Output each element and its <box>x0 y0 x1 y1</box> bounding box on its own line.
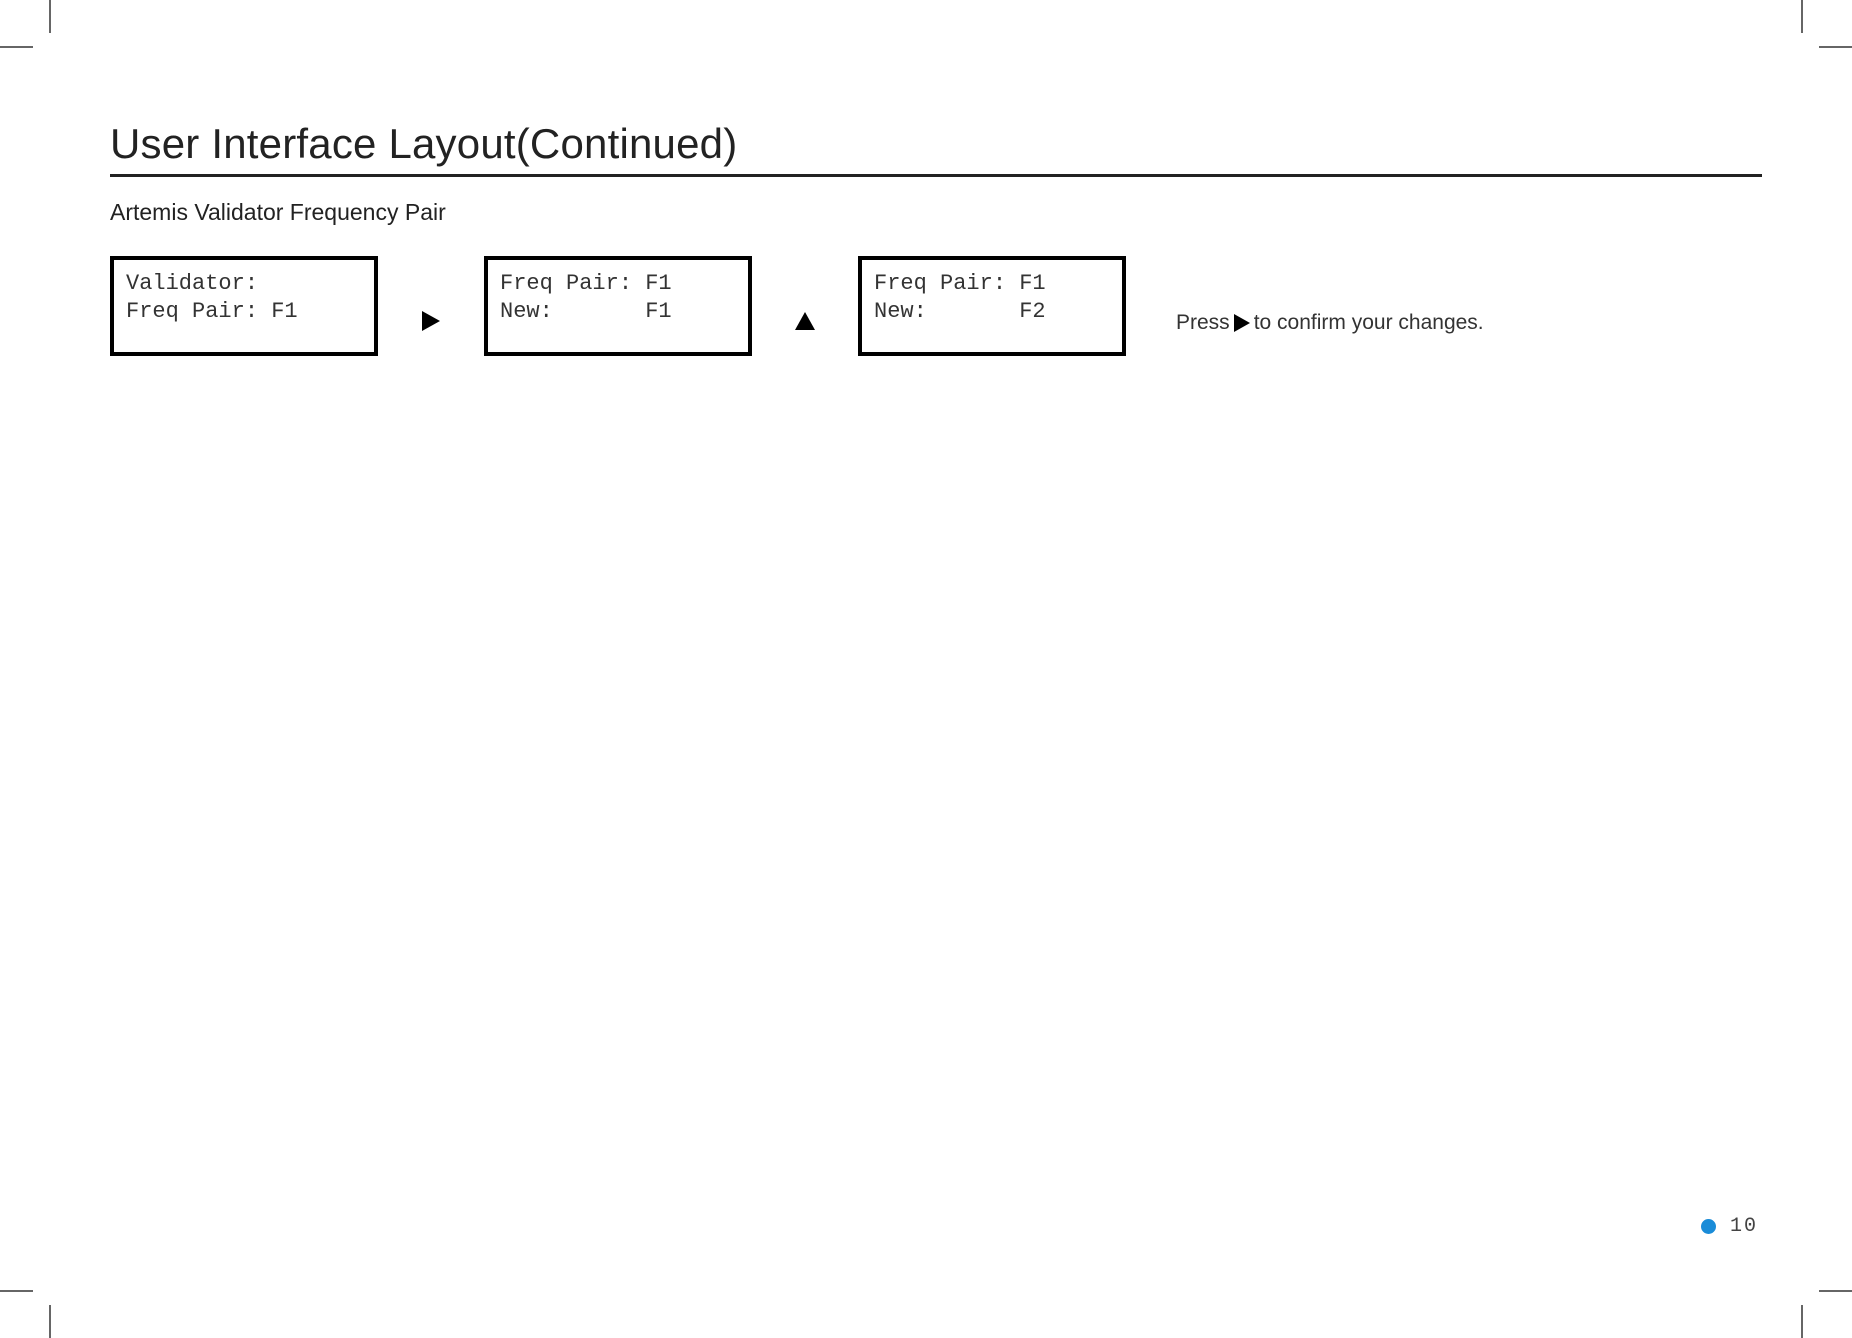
crop-mark <box>0 46 33 48</box>
page-footer: 10 <box>1701 1215 1758 1238</box>
crop-mark <box>0 1290 33 1292</box>
page-bullet-icon <box>1701 1219 1716 1234</box>
page-number: 10 <box>1730 1215 1758 1238</box>
right-arrow-icon <box>418 311 444 331</box>
crop-mark <box>49 0 51 33</box>
lcd-screen-3: Freq Pair: F1 New: F2 <box>858 256 1126 356</box>
crop-mark <box>1801 0 1803 33</box>
instruction-prefix: Press <box>1176 311 1230 335</box>
right-arrow-icon <box>1234 311 1250 335</box>
crop-mark <box>1819 1290 1852 1292</box>
confirm-instruction: Press to confirm your changes. <box>1176 311 1484 335</box>
page-content: User Interface Layout(Continued) Artemis… <box>110 120 1762 356</box>
crop-mark <box>49 1305 51 1338</box>
section-subtitle: Artemis Validator Frequency Pair <box>110 199 1762 226</box>
page-title: User Interface Layout(Continued) <box>110 120 1762 177</box>
crop-mark <box>1801 1305 1803 1338</box>
screen-sequence-row: Validator: Freq Pair: F1 Freq Pair: F1 N… <box>110 256 1762 356</box>
instruction-suffix: to confirm your changes. <box>1254 311 1484 335</box>
lcd-screen-2: Freq Pair: F1 New: F1 <box>484 256 752 356</box>
crop-mark <box>1819 46 1852 48</box>
up-arrow-icon <box>792 312 818 330</box>
lcd-screen-1: Validator: Freq Pair: F1 <box>110 256 378 356</box>
